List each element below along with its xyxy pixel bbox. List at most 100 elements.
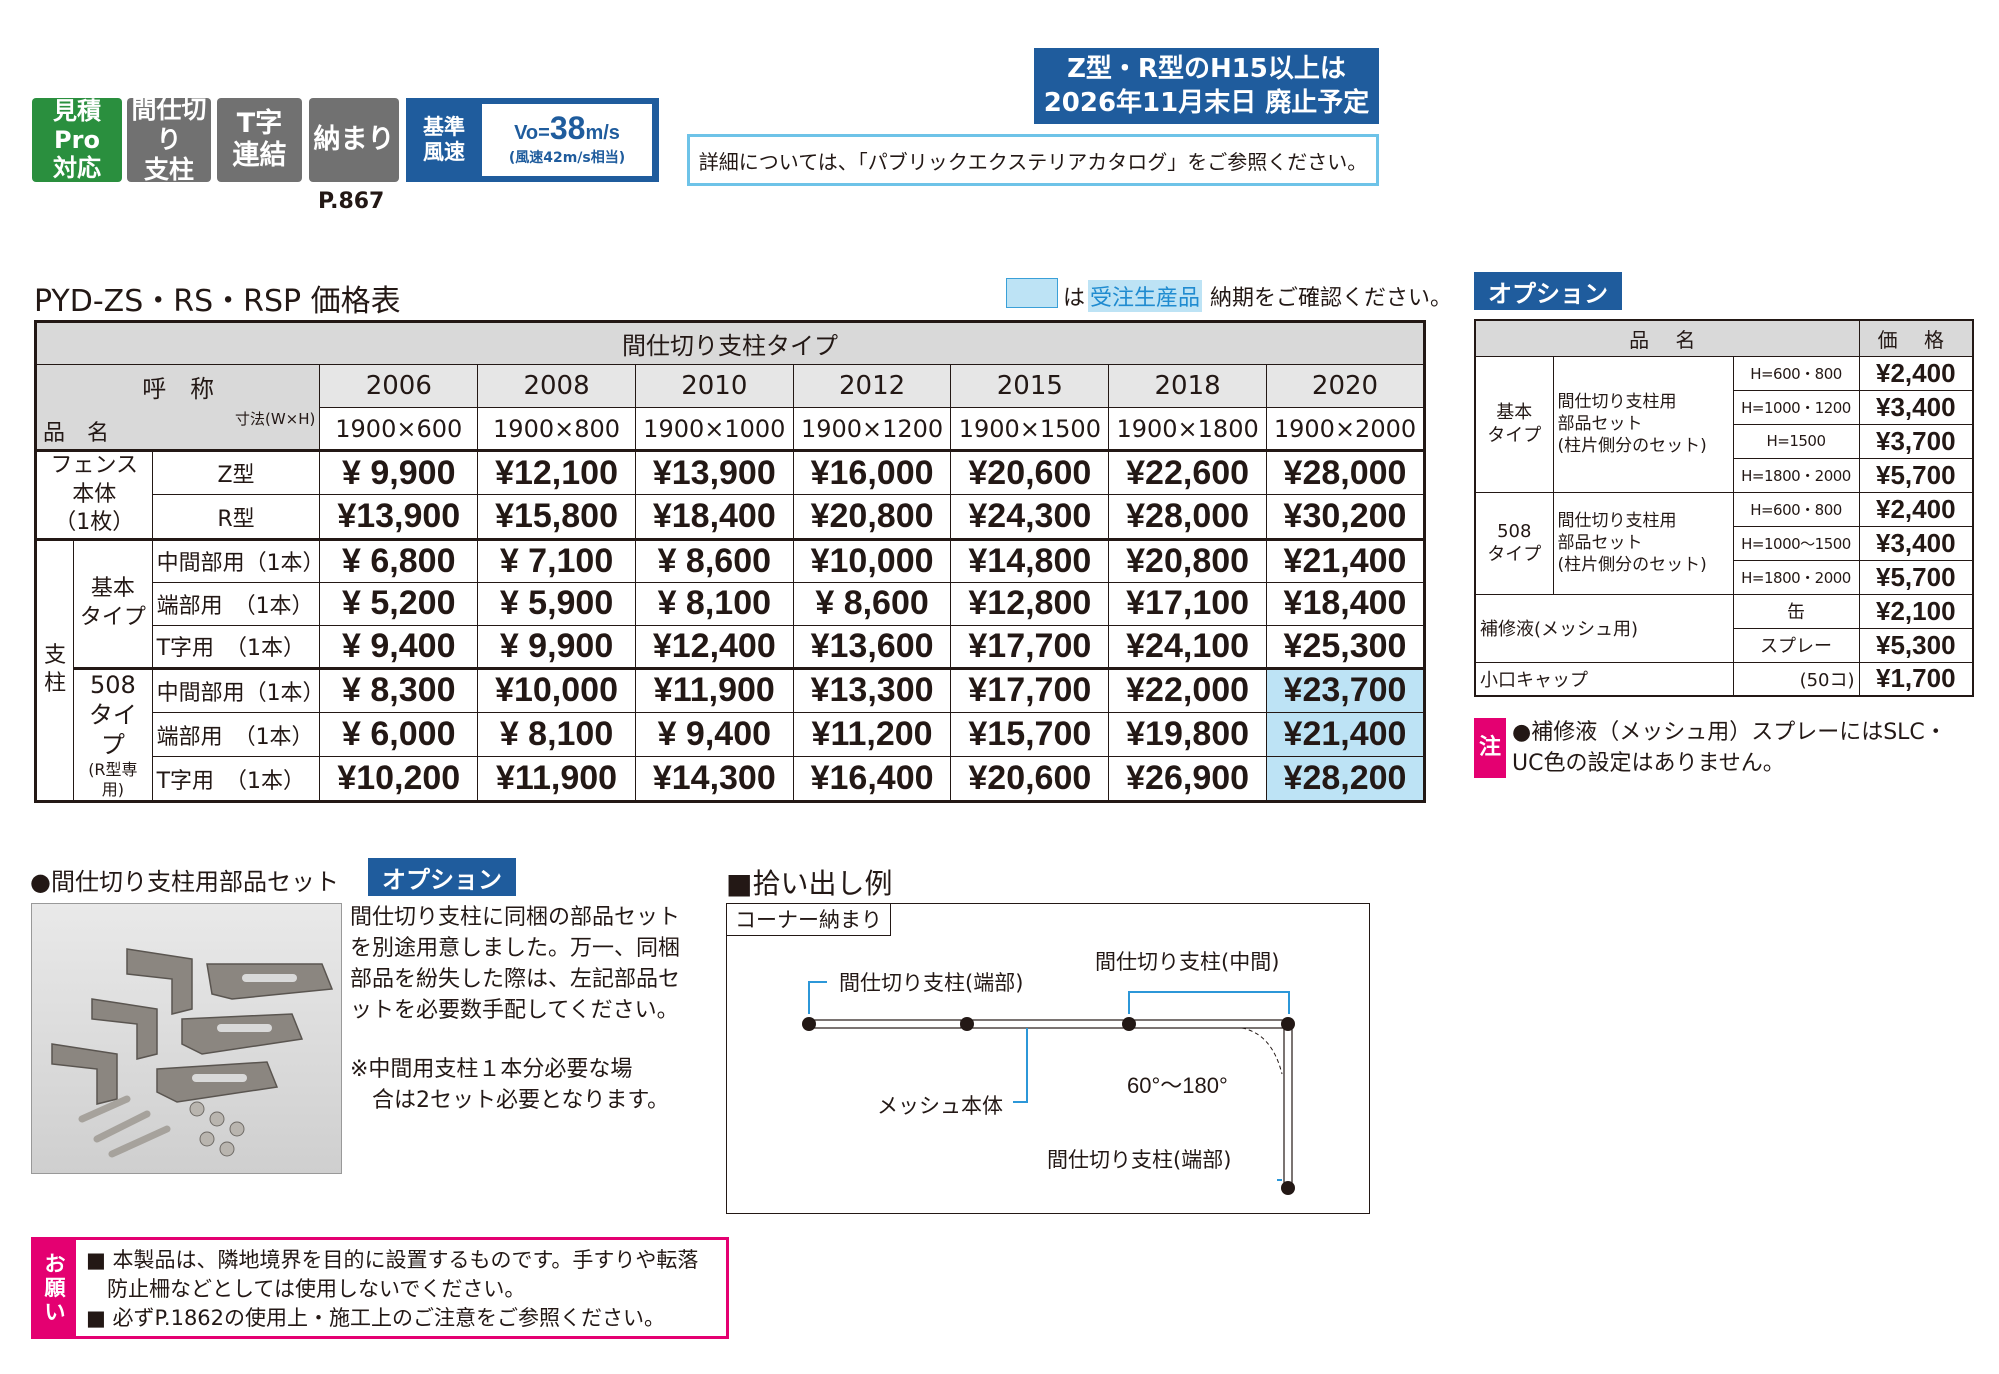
t508-tji-price: ¥20,600 bbox=[950, 756, 1110, 802]
z-price: ¥12,100 bbox=[477, 449, 636, 496]
repair-spray-price: ¥5,300 bbox=[1858, 627, 1974, 663]
repair-label: 補修液(メッシュ用) bbox=[1474, 593, 1734, 663]
type508-label: 508 タイプ bbox=[88, 670, 137, 759]
request-box: お 願 い ■ 本製品は、隣地境界を目的に設置するものです。手すりや転落 防止柵… bbox=[31, 1237, 729, 1339]
basic-tanbu-price: ¥ 8,600 bbox=[792, 581, 952, 626]
z-price: ¥16,000 bbox=[792, 449, 952, 496]
discontinue-notice: Z型・R型のH15以上は 2026年11月末日 廃止予定 bbox=[1034, 48, 1379, 124]
row-tanbu-label: 端部用 （1本） bbox=[151, 581, 321, 626]
option-height: H=1800・2000 bbox=[1732, 559, 1860, 595]
parts-option-badge: オプション bbox=[368, 858, 516, 896]
r-price: ¥18,400 bbox=[634, 494, 794, 541]
basic-tji-price: ¥12,400 bbox=[634, 624, 794, 670]
option-set-name: 間仕切り支柱用 部品セット (柱片側分のセット) bbox=[1552, 355, 1734, 493]
wind-value-box: Vo=38m/s (風速42m/s相当) bbox=[482, 104, 652, 176]
example-box: コーナー納まり 間仕切り支柱(端部) 間仕切り支柱(中間) メッシュ本体 60°… bbox=[726, 903, 1370, 1214]
basic-chukan-price: ¥14,800 bbox=[950, 538, 1110, 583]
t508-tanbu-price: ¥ 8,100 bbox=[477, 712, 636, 758]
option-height: H=1500 bbox=[1732, 423, 1860, 459]
label-mesh: メッシュ本体 bbox=[877, 1094, 1003, 1118]
r-price: ¥15,800 bbox=[477, 494, 636, 541]
option-height: H=1000〜1500 bbox=[1732, 525, 1860, 561]
option-note: ●補修液（メッシュ用）スプレーにはSLC・ UC色の設定はありません。 bbox=[1512, 720, 1947, 776]
t508-tanbu-price: ¥ 6,000 bbox=[319, 712, 479, 758]
mesh-panel bbox=[808, 1019, 962, 1029]
page-reference: P.867 bbox=[318, 189, 385, 214]
row-tji-label: T字用 （1本） bbox=[151, 756, 321, 802]
label-angle: 60°〜180° bbox=[1127, 1073, 1228, 1098]
mitsumori-pro-badge: 見積Pro 対応 bbox=[32, 97, 122, 182]
option-header-price: 価 格 bbox=[1858, 319, 1974, 357]
basic-tji-price: ¥25,300 bbox=[1265, 624, 1426, 670]
cap-price: ¥1,700 bbox=[1858, 661, 1974, 697]
cap-label: 小口キャップ bbox=[1474, 661, 1734, 697]
mesh-panel bbox=[1283, 1027, 1293, 1185]
t508-chukan-price: ¥22,000 bbox=[1108, 667, 1267, 714]
sunpo-label: 寸法(W×H) bbox=[235, 409, 316, 428]
size-2010: 1900×1000 bbox=[634, 407, 794, 452]
hinmei-sunpo-cell: 品 名 寸法(W×H) bbox=[34, 407, 321, 452]
row-tanbu-label: 端部用 （1本） bbox=[151, 712, 321, 758]
basic-chukan-price: ¥ 6,800 bbox=[319, 538, 479, 583]
hinmei-label: 品 名 bbox=[43, 421, 110, 446]
type-header: 間仕切り支柱タイプ bbox=[35, 321, 1425, 365]
option-set-name: 間仕切り支柱用 部品セット (柱片側分のセット) bbox=[1552, 491, 1734, 595]
t508-chukan-price: ¥11,900 bbox=[634, 667, 794, 714]
size-2008: 1900×800 bbox=[477, 407, 636, 452]
post-dot bbox=[1122, 1017, 1136, 1031]
wind-speed-badge: 基準 風速 Vo=38m/s (風速42m/s相当) bbox=[406, 98, 659, 182]
option-price: ¥3,400 bbox=[1858, 525, 1974, 561]
request-line2: 防止柵などとしては使用しないでください。 bbox=[86, 1277, 526, 1301]
basic-tanbu-price: ¥12,800 bbox=[950, 581, 1110, 626]
leader-line bbox=[1013, 1028, 1028, 1103]
basic-type-label: 基本 タイプ bbox=[73, 538, 153, 670]
basic-chukan-price: ¥20,800 bbox=[1108, 538, 1267, 583]
majikiri-badge: 間仕切り 支柱 bbox=[127, 95, 211, 184]
wind-number: 38 bbox=[549, 110, 586, 146]
leader-line bbox=[1128, 991, 1290, 1014]
z-type-label: Z型 bbox=[151, 449, 321, 496]
notice-line1: Z型・R型のH15以上は bbox=[1067, 54, 1346, 84]
option-badge: オプション bbox=[1474, 272, 1622, 310]
option-basic-label: 基本 タイプ bbox=[1474, 355, 1554, 493]
request-mark: お 願 い bbox=[34, 1240, 76, 1336]
t508-tji-price: ¥16,400 bbox=[792, 756, 952, 802]
parts-photo bbox=[31, 903, 342, 1174]
option-price: ¥2,400 bbox=[1858, 355, 1974, 391]
row-tji-label: T字用 （1本） bbox=[151, 624, 321, 670]
basic-tanbu-price: ¥ 5,900 bbox=[477, 581, 636, 626]
fence-body-label: フェンス本体 （1枚） bbox=[35, 450, 153, 541]
price-table: 間仕切り支柱タイプ 呼 称 2006 2008 2010 2012 2015 2… bbox=[34, 320, 1426, 803]
code-2012: 2012 bbox=[792, 364, 952, 408]
option-price: ¥2,400 bbox=[1858, 491, 1974, 527]
tji-renketsu-badge: T字 連結 bbox=[217, 98, 302, 182]
option-height: H=600・800 bbox=[1732, 355, 1860, 391]
option-height: H=600・800 bbox=[1732, 491, 1860, 527]
post-dot bbox=[960, 1017, 974, 1031]
code-2020: 2020 bbox=[1265, 364, 1426, 408]
option-508-label: 508 タイプ bbox=[1474, 491, 1554, 595]
legend-tail: 納期をご確認ください。 bbox=[1210, 286, 1453, 311]
legend-swatch bbox=[1006, 278, 1058, 308]
notice-detail: 詳細については、「パブリックエクステリアカタログ」をご参照ください。 bbox=[698, 149, 1368, 174]
post-dot bbox=[802, 1017, 816, 1031]
post-dot bbox=[1281, 1017, 1295, 1031]
leader-line bbox=[808, 981, 827, 1014]
basic-chukan-price: ¥ 8,600 bbox=[634, 538, 794, 583]
label-chukan: 間仕切り支柱(中間) bbox=[1095, 950, 1280, 974]
t508-tji-price: ¥11,900 bbox=[477, 756, 636, 802]
mesh-panel bbox=[1133, 1019, 1285, 1029]
basic-tji-price: ¥17,700 bbox=[950, 624, 1110, 670]
wind-unit: m/s bbox=[585, 122, 620, 144]
notice-line2: 2026年11月末日 廃止予定 bbox=[1043, 88, 1370, 118]
legend-mid: は bbox=[1063, 286, 1086, 311]
cap-qty: (50コ) bbox=[1732, 661, 1860, 697]
example-heading: ■拾い出し例 bbox=[726, 867, 893, 900]
basic-chukan-price: ¥21,400 bbox=[1265, 538, 1426, 583]
option-height: H=1000・1200 bbox=[1732, 389, 1860, 425]
r-price: ¥24,300 bbox=[950, 494, 1110, 541]
basic-tji-price: ¥ 9,400 bbox=[319, 624, 479, 670]
t508-tanbu-price-made-to-order: ¥21,400 bbox=[1265, 712, 1426, 758]
label-tanbu-1: 間仕切り支柱(端部) bbox=[839, 971, 1024, 995]
t508-tji-price: ¥10,200 bbox=[319, 756, 479, 802]
